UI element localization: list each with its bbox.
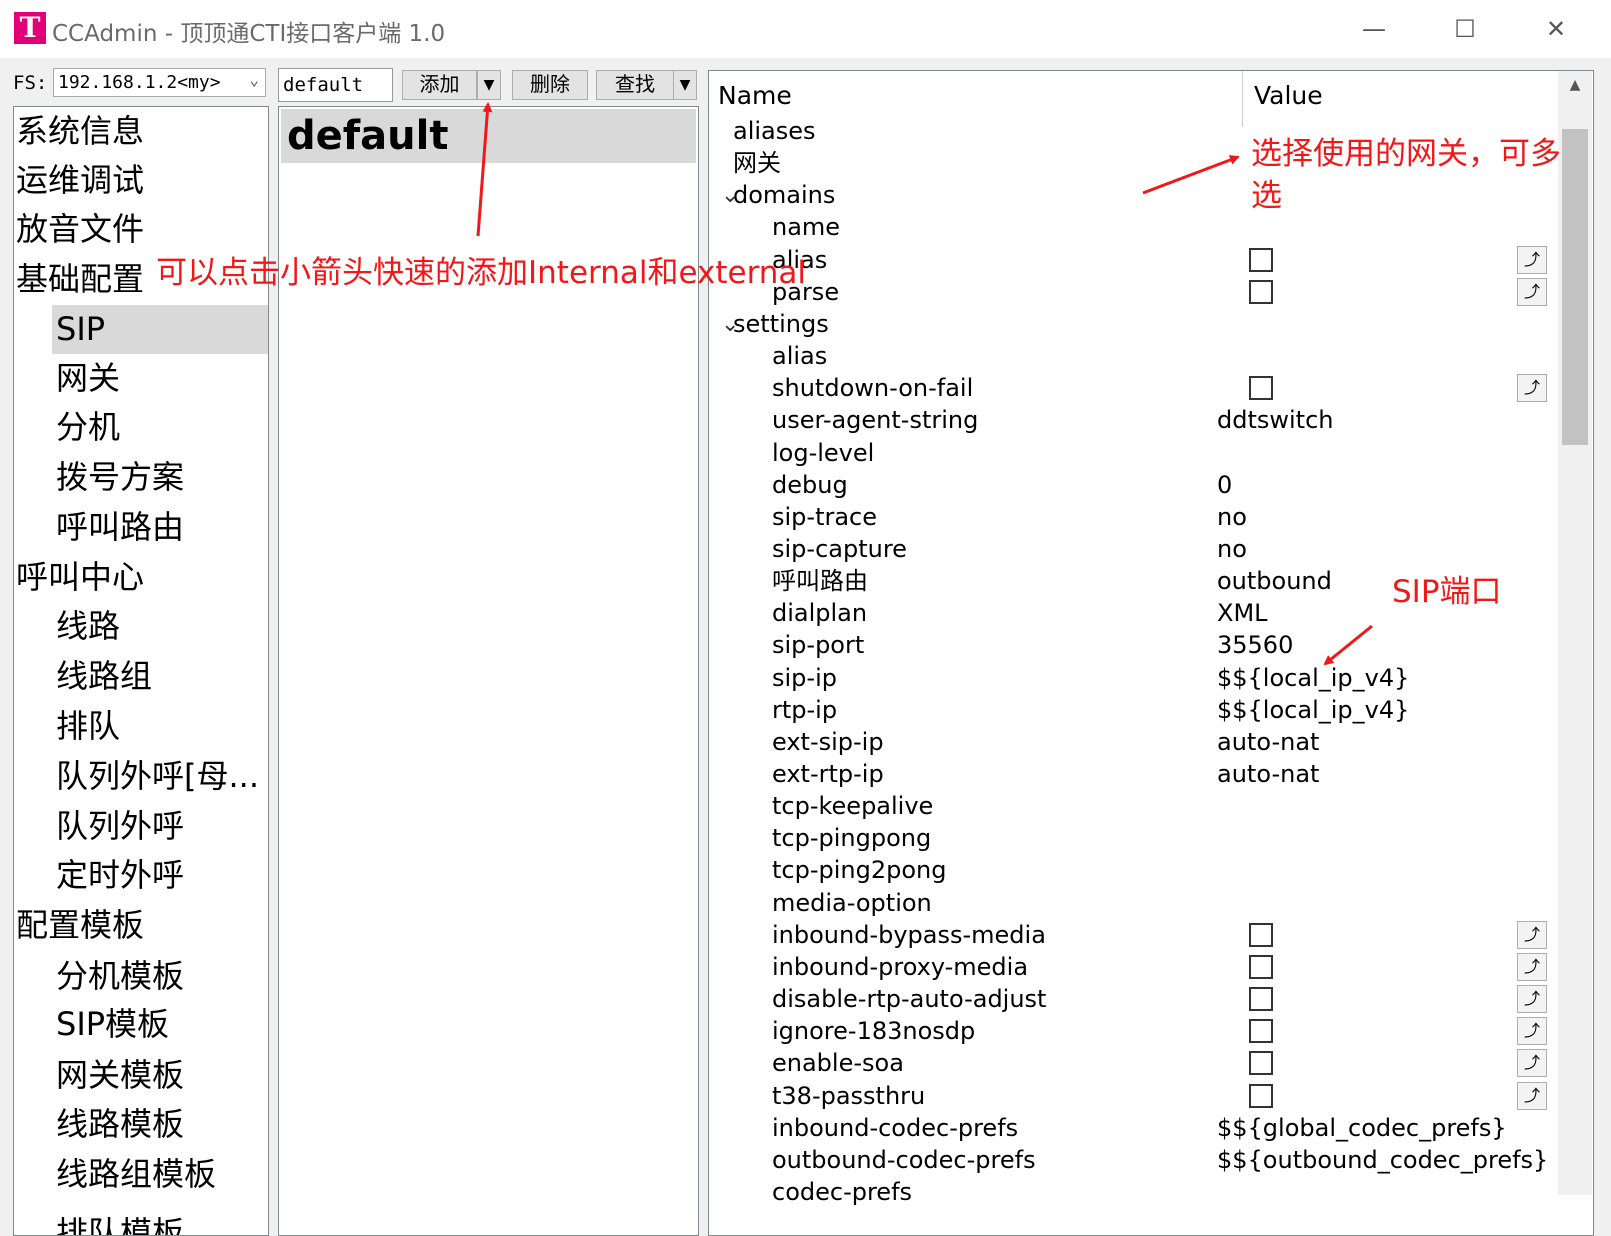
arrow-to-sip-port <box>1323 624 1373 666</box>
arrow-to-gateway-row <box>1142 155 1240 195</box>
annotation-arrows <box>476 102 1373 666</box>
arrow-to-add-dropdown <box>476 102 493 237</box>
